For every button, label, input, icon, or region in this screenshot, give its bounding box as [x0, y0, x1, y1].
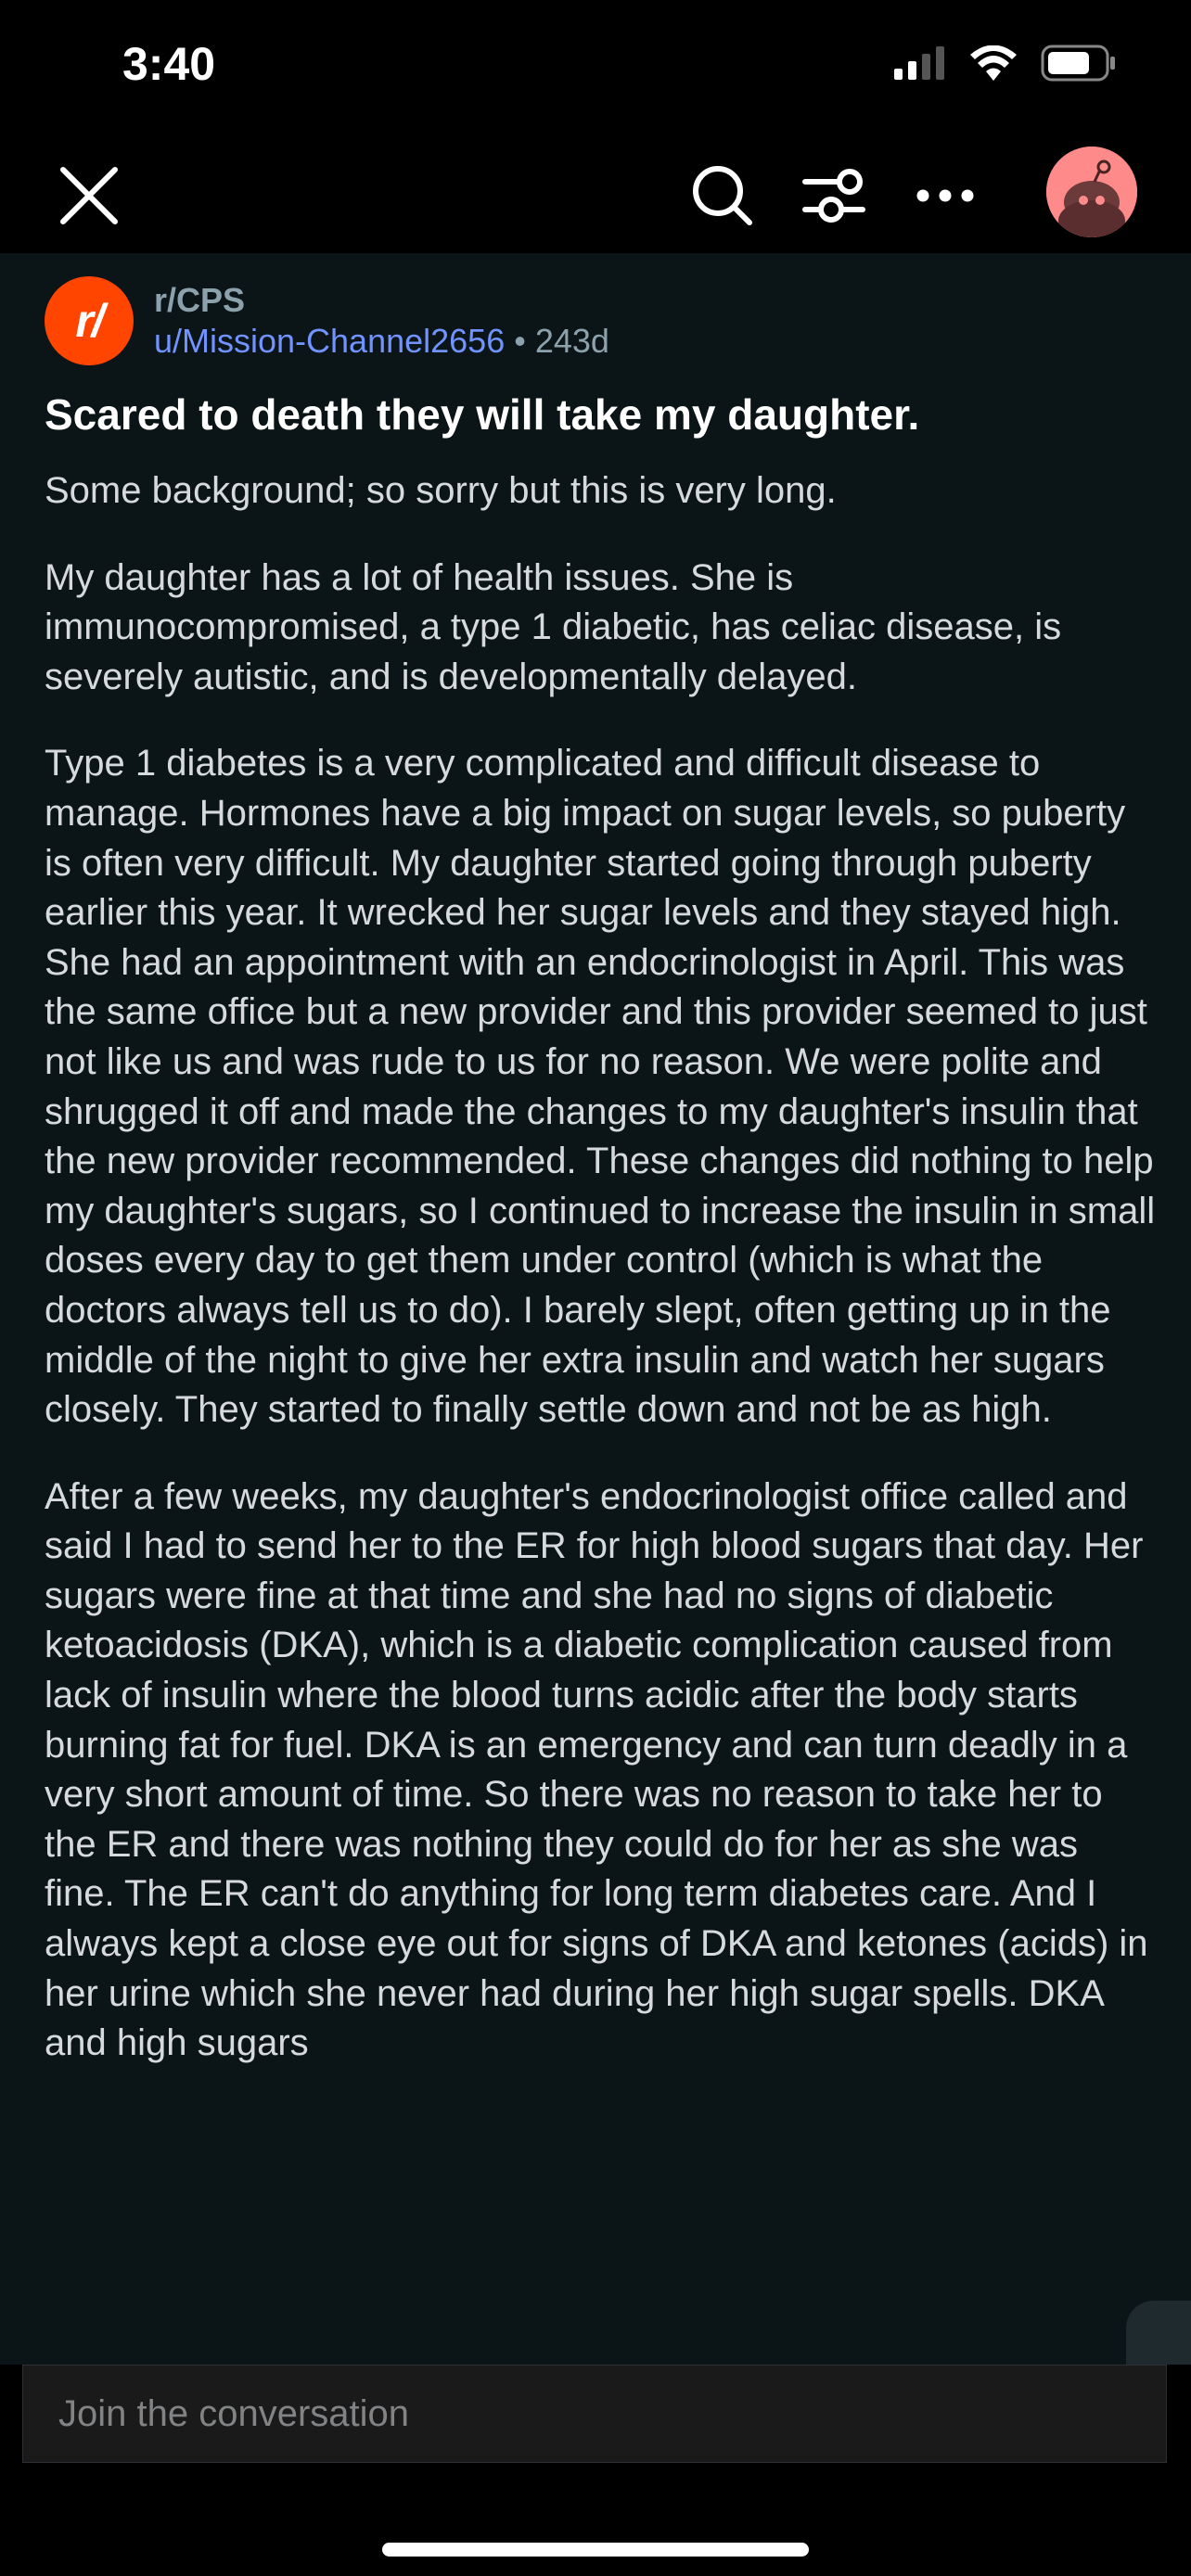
wifi-icon [970, 45, 1017, 81]
post-title: Scared to death they will take my daught… [45, 390, 920, 439]
post-paragraph: After a few weeks, my daughter's endocri… [45, 1475, 1148, 2064]
author-link[interactable]: u/Mission-Channel2656 [154, 322, 505, 360]
close-icon [60, 167, 118, 224]
home-indicator[interactable] [382, 2543, 809, 2557]
home-indicator-area [0, 2476, 1191, 2576]
post-paragraph: Some background; so sorry but this is ve… [45, 470, 837, 511]
comment-input[interactable]: Join the conversation [22, 2365, 1167, 2463]
post-age: 243d [534, 322, 609, 360]
user-avatar-button[interactable] [1046, 147, 1137, 237]
sort-options-button[interactable] [796, 158, 872, 234]
status-bar: 3:40 [0, 0, 1191, 139]
post-body: Some background; so sorry but this is ve… [45, 466, 1158, 2106]
search-icon [693, 166, 752, 225]
more-button[interactable] [907, 158, 983, 234]
signal-icon [894, 46, 944, 80]
snoo-avatar [1046, 147, 1137, 237]
comment-composer: Join the conversation [0, 2365, 1191, 2476]
status-icons [894, 45, 1117, 82]
more-icon [916, 189, 974, 202]
close-button[interactable] [51, 158, 127, 234]
sort-options-icon [802, 169, 865, 223]
meta-separator: • [514, 322, 526, 360]
top-nav-bar [0, 139, 1191, 253]
subreddit-name[interactable]: r/CPS [154, 280, 609, 321]
subreddit-icon[interactable]: r/ [45, 276, 134, 365]
status-time: 3:40 [122, 38, 216, 90]
post-content: r/ r/CPS u/Mission-Channel2656 • 243d Scar… [0, 253, 1191, 2365]
search-button[interactable] [685, 158, 761, 234]
post-paragraph: My daughter has a lot of health issues. … [45, 556, 1062, 697]
post-paragraph: Type 1 diabetes is a very complicated an… [45, 743, 1156, 1431]
battery-icon [1041, 45, 1115, 82]
side-panel-handle[interactable] [1126, 2301, 1191, 2365]
post-meta: r/ r/CPS u/Mission-Channel2656 • 243d [45, 276, 609, 365]
